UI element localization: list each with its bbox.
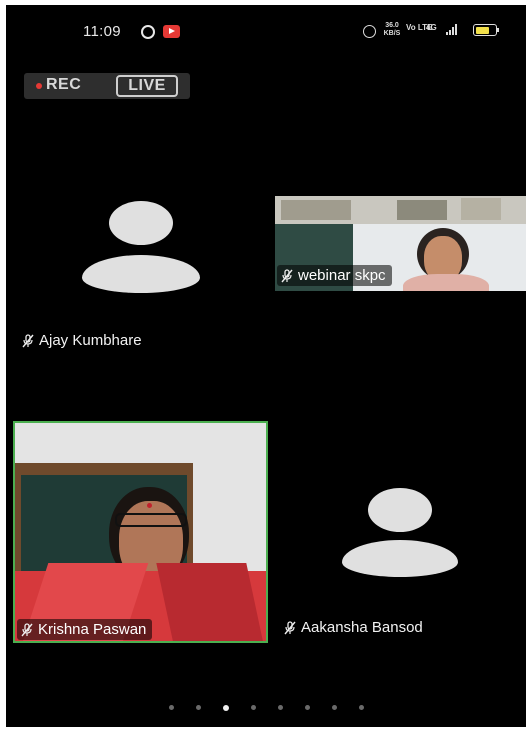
participant-name-ajay: Ajay Kumbhare <box>22 332 142 349</box>
mic-off-icon <box>284 620 296 635</box>
mic-off-icon <box>281 268 293 283</box>
mic-off-icon <box>21 622 33 637</box>
page-dot[interactable] <box>331 705 337 710</box>
page-dot[interactable] <box>168 705 174 710</box>
avatar-head-icon <box>109 201 173 245</box>
battery-icon <box>473 24 497 36</box>
network-speed: 36.0 KB/S <box>381 22 403 38</box>
participant-tile-webinar[interactable]: webinar skpc <box>275 196 526 291</box>
page-dot[interactable] <box>304 705 310 710</box>
participant-name-text: Aakansha Bansod <box>301 619 423 636</box>
page-dot-active[interactable] <box>222 704 229 711</box>
youtube-icon <box>163 25 180 38</box>
live-badge[interactable]: LIVE <box>116 75 178 97</box>
speed-unit: KB/S <box>383 30 401 37</box>
speed-value: 36.0 <box>385 22 399 29</box>
participant-name-webinar: webinar skpc <box>277 265 392 286</box>
mic-off-icon <box>22 333 34 348</box>
participant-name-krishna: Krishna Paswan <box>17 619 153 640</box>
avatar-body-icon <box>342 540 458 577</box>
page-dot[interactable] <box>195 705 201 710</box>
participant-tile-krishna[interactable]: Krishna Paswan <box>13 421 268 643</box>
page-dot[interactable] <box>250 705 256 710</box>
meeting-screen: 11:09 36.0 KB/S Vo LTE 4G REC LIVE Ajay … <box>6 5 526 727</box>
participant-name-text: Ajay Kumbhare <box>39 332 142 349</box>
video-feed <box>15 423 266 641</box>
page-dot[interactable] <box>277 705 283 710</box>
alarm-icon <box>363 25 376 38</box>
participant-name-text: Krishna Paswan <box>38 621 147 638</box>
participant-tile-aakansha[interactable] <box>306 475 496 585</box>
avatar-head-icon <box>368 488 432 532</box>
signal-icon <box>446 23 460 35</box>
rec-label: REC <box>46 76 82 93</box>
recording-dot-icon <box>36 83 42 89</box>
page-dot[interactable] <box>358 705 364 710</box>
participant-name-text: webinar skpc <box>298 267 386 284</box>
avatar-body-icon <box>82 255 200 293</box>
network-label-4g: 4G <box>426 23 437 32</box>
status-time: 11:09 <box>83 23 121 40</box>
battery-cap <box>497 28 499 32</box>
participant-name-aakansha: Aakansha Bansod <box>284 619 423 636</box>
whatsapp-icon <box>141 25 155 39</box>
page-indicator[interactable] <box>6 704 526 711</box>
participant-tile-ajay[interactable] <box>46 185 236 355</box>
